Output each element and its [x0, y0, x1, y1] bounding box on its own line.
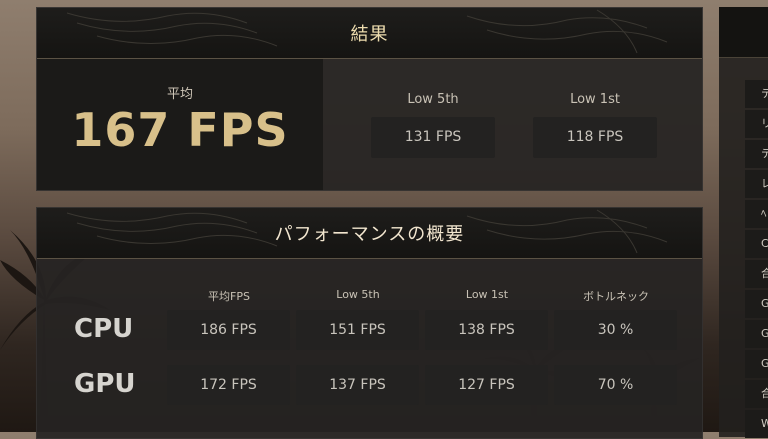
average-label: 平均 [166, 87, 193, 102]
side-panel: テ リ テ レ ﾍ C 合 G G G 合 W [719, 7, 768, 438]
average-fps-value: 167 FPS [71, 103, 289, 157]
column-header-bottleneck: ボトルネック [583, 290, 649, 303]
side-item[interactable]: テ [745, 140, 768, 168]
column-header-average-fps: 平均FPS [208, 290, 250, 303]
performance-header: パフォーマンスの概要 [37, 208, 702, 259]
average-fps-box: 平均 167 FPS [37, 59, 323, 190]
side-panel-header [719, 7, 768, 58]
row-label-gpu: GPU [74, 369, 136, 399]
gpu-average-fps: 172 FPS [167, 365, 290, 405]
low1-label: Low 1st [570, 92, 620, 107]
side-item[interactable]: 合 [745, 380, 768, 408]
side-item[interactable]: レ [745, 170, 768, 198]
side-item[interactable]: ﾍ [745, 200, 768, 228]
side-item[interactable]: リ [745, 110, 768, 138]
column-header-low1: Low 1st [465, 288, 509, 301]
low5-label: Low 5th [407, 92, 459, 107]
side-item[interactable]: G [745, 290, 768, 318]
low1-value: 118 FPS [533, 117, 657, 158]
results-title: 結果 [350, 24, 389, 45]
results-header: 結果 [37, 8, 702, 59]
side-item[interactable]: W [745, 410, 768, 438]
side-item[interactable]: C [745, 230, 768, 258]
low5-column: Low 5th 131 FPS [371, 92, 495, 158]
low1-column: Low 1st 118 FPS [533, 92, 657, 158]
performance-title: パフォーマンスの概要 [274, 224, 465, 245]
side-item[interactable]: G [745, 320, 768, 348]
results-panel: 結果 平均 167 FPS Low 5th 131 FPS Low 1st 11… [36, 7, 703, 191]
side-item[interactable]: 合 [745, 260, 768, 288]
cpu-low1-fps: 138 FPS [425, 310, 548, 350]
gpu-bottleneck: 70 % [554, 365, 677, 405]
cpu-bottleneck: 30 % [554, 310, 677, 350]
side-item[interactable]: テ [745, 80, 768, 108]
cpu-average-fps: 186 FPS [167, 310, 290, 350]
performance-panel: パフォーマンスの概要 平均FPS Low 5th Low 1st ボトルネック … [36, 207, 703, 439]
side-item[interactable]: G [745, 350, 768, 378]
gpu-low5-fps: 137 FPS [296, 365, 419, 405]
low5-value: 131 FPS [371, 117, 495, 158]
gpu-low1-fps: 127 FPS [425, 365, 548, 405]
column-header-low5: Low 5th [336, 288, 380, 301]
row-label-cpu: CPU [74, 314, 134, 344]
cpu-low5-fps: 151 FPS [296, 310, 419, 350]
